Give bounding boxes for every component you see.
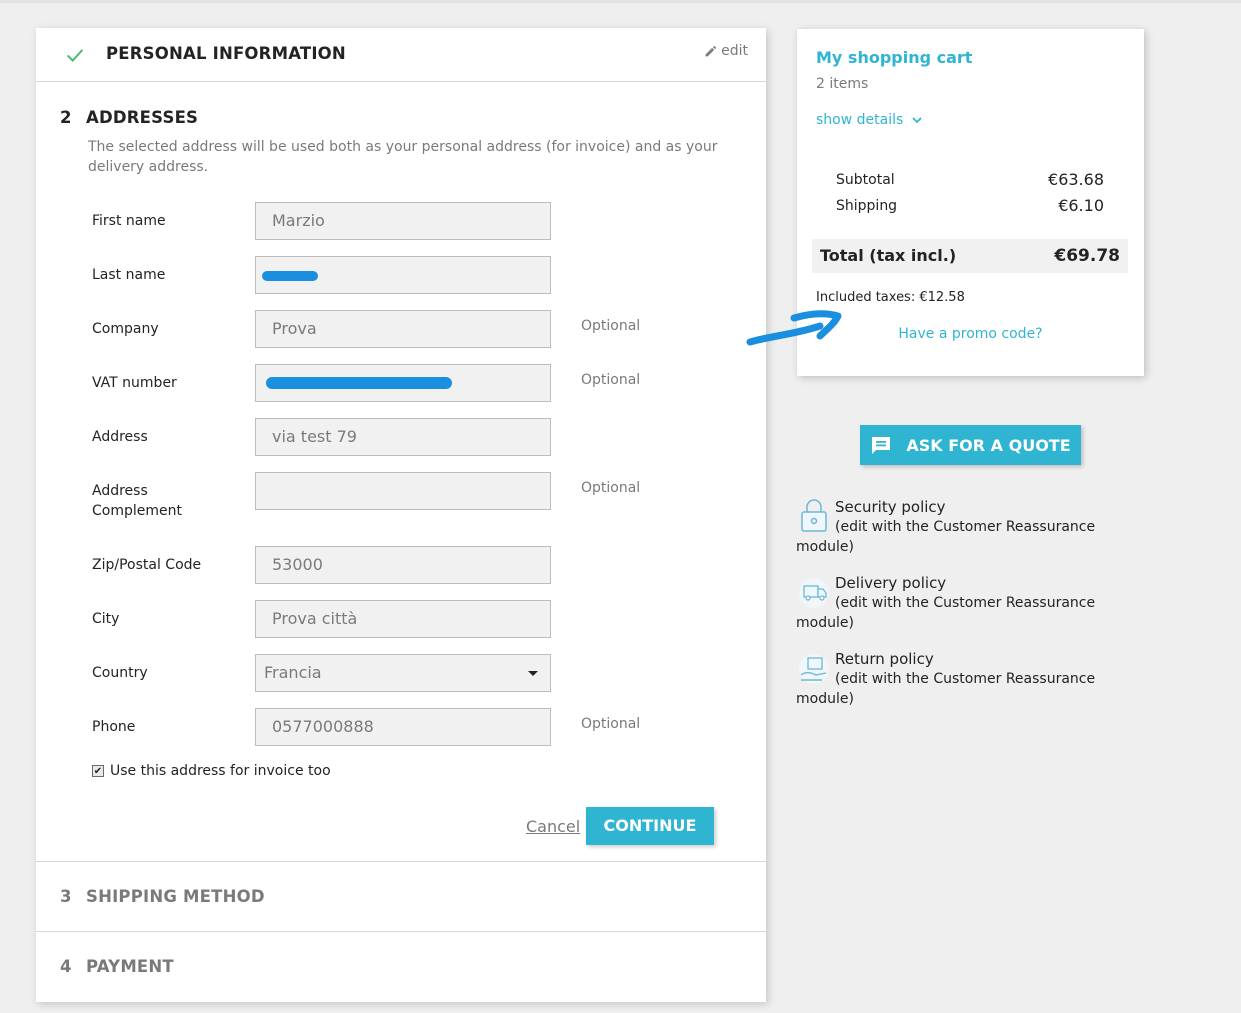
- zip-field[interactable]: 53000: [255, 546, 551, 584]
- step-title: Personal Information: [106, 44, 346, 63]
- show-details-link[interactable]: show details: [816, 112, 923, 128]
- step-title: Payment: [86, 957, 174, 976]
- reassurance-delivery: Delivery policy (edit with the Customer …: [796, 573, 1126, 633]
- chat-bubble-icon: [872, 437, 891, 454]
- cart-summary: My shopping cart 2 items show details Su…: [797, 29, 1144, 376]
- first-name-label: First name: [92, 213, 166, 229]
- redaction-scribble: [266, 377, 452, 389]
- optional-label: Optional: [581, 716, 641, 732]
- address-field[interactable]: via test 79: [255, 418, 551, 456]
- return-box-icon: [799, 654, 829, 684]
- vat-field[interactable]: [255, 364, 551, 402]
- redaction-scribble: [262, 271, 318, 281]
- shipping-value: €6.10: [1058, 196, 1104, 215]
- optional-label: Optional: [581, 480, 641, 496]
- checkmark-icon: [66, 49, 84, 62]
- optional-label: Optional: [581, 372, 641, 388]
- country-value: Francia: [264, 663, 322, 682]
- subtotal-label: Subtotal: [836, 172, 895, 188]
- continue-button[interactable]: Continue: [586, 807, 714, 845]
- reassurance-title: Delivery policy: [835, 574, 947, 592]
- checkout-steps: Personal Information edit 2 Addresses Th…: [36, 28, 766, 1002]
- address-complement-label: Address Complement: [92, 483, 182, 519]
- invoice-checkbox[interactable]: ✔: [92, 765, 104, 777]
- step-title: Addresses: [86, 108, 199, 127]
- shipping-line: Shipping €6.10: [836, 196, 1104, 215]
- edit-label: edit: [721, 43, 748, 59]
- step-payment[interactable]: 4 Payment: [36, 932, 766, 1002]
- lock-icon: [801, 499, 827, 532]
- pencil-icon: [705, 45, 717, 56]
- shipping-label: Shipping: [836, 198, 898, 214]
- subtotal-value: €63.68: [1048, 170, 1104, 189]
- cart-title: My shopping cart: [816, 48, 973, 67]
- reassurance-description: (edit with the Customer Reassurance modu…: [796, 671, 1096, 707]
- total-value: €69.78: [1054, 246, 1120, 266]
- phone-label: Phone: [92, 719, 136, 735]
- step-number: 3: [60, 887, 72, 906]
- ask-for-quote-button[interactable]: Ask for a quote: [860, 425, 1081, 465]
- step-addresses: 2 Addresses The selected address will be…: [36, 82, 766, 862]
- invoice-checkbox-label: Use this address for invoice too: [110, 763, 331, 779]
- invoice-address-checkbox-row[interactable]: ✔ Use this address for invoice too: [92, 763, 392, 779]
- edit-link[interactable]: edit: [704, 43, 748, 59]
- arrow-annotation-icon: [746, 310, 842, 346]
- step-personal-information[interactable]: Personal Information edit: [36, 28, 766, 82]
- included-taxes: Included taxes: €12.58: [816, 290, 965, 305]
- truck-icon: [799, 578, 829, 608]
- reassurance-title: Security policy: [835, 498, 946, 516]
- city-label: City: [92, 611, 120, 627]
- reassurance-title: Return policy: [835, 650, 934, 668]
- reassurance-security: Security policy (edit with the Customer …: [796, 497, 1126, 557]
- step-number: 2: [60, 108, 72, 127]
- address-complement-field[interactable]: [255, 472, 551, 510]
- reassurance-return: Return policy (edit with the Customer Re…: [796, 649, 1126, 709]
- company-field[interactable]: Prova: [255, 310, 551, 348]
- step-shipping-method[interactable]: 3 Shipping Method: [36, 862, 766, 932]
- company-label: Company: [92, 321, 159, 337]
- chevron-down-icon: [912, 117, 922, 124]
- show-details-label: show details: [816, 112, 904, 128]
- vat-label: VAT number: [92, 375, 177, 391]
- cart-item-count: 2 items: [816, 76, 869, 92]
- phone-field[interactable]: 0577000888: [255, 708, 551, 746]
- reassurance-description: (edit with the Customer Reassurance modu…: [796, 595, 1096, 631]
- step-number: 4: [60, 957, 72, 976]
- addresses-intro: The selected address will be used both a…: [88, 139, 718, 175]
- city-field[interactable]: Prova città: [255, 600, 551, 638]
- first-name-field[interactable]: Marzio: [255, 202, 551, 240]
- last-name-field[interactable]: [255, 256, 551, 294]
- country-label: Country: [92, 665, 148, 681]
- optional-label: Optional: [581, 318, 641, 334]
- dropdown-caret-icon: [528, 671, 538, 676]
- ask-for-quote-label: Ask for a quote: [906, 435, 1071, 455]
- country-select[interactable]: Francia: [255, 654, 551, 692]
- promo-code-link[interactable]: Have a promo code?: [797, 326, 1144, 342]
- address-label: Address: [92, 429, 148, 445]
- subtotal-line: Subtotal €63.68: [836, 170, 1104, 189]
- total-line: Total (tax incl.) €69.78: [812, 239, 1128, 273]
- top-border: [0, 0, 1241, 3]
- last-name-label: Last name: [92, 267, 166, 283]
- cancel-link[interactable]: Cancel: [526, 817, 580, 836]
- zip-label: Zip/Postal Code: [92, 557, 202, 573]
- step-title: Shipping Method: [86, 887, 265, 906]
- reassurance-description: (edit with the Customer Reassurance modu…: [796, 519, 1096, 555]
- total-label: Total (tax incl.): [820, 246, 957, 265]
